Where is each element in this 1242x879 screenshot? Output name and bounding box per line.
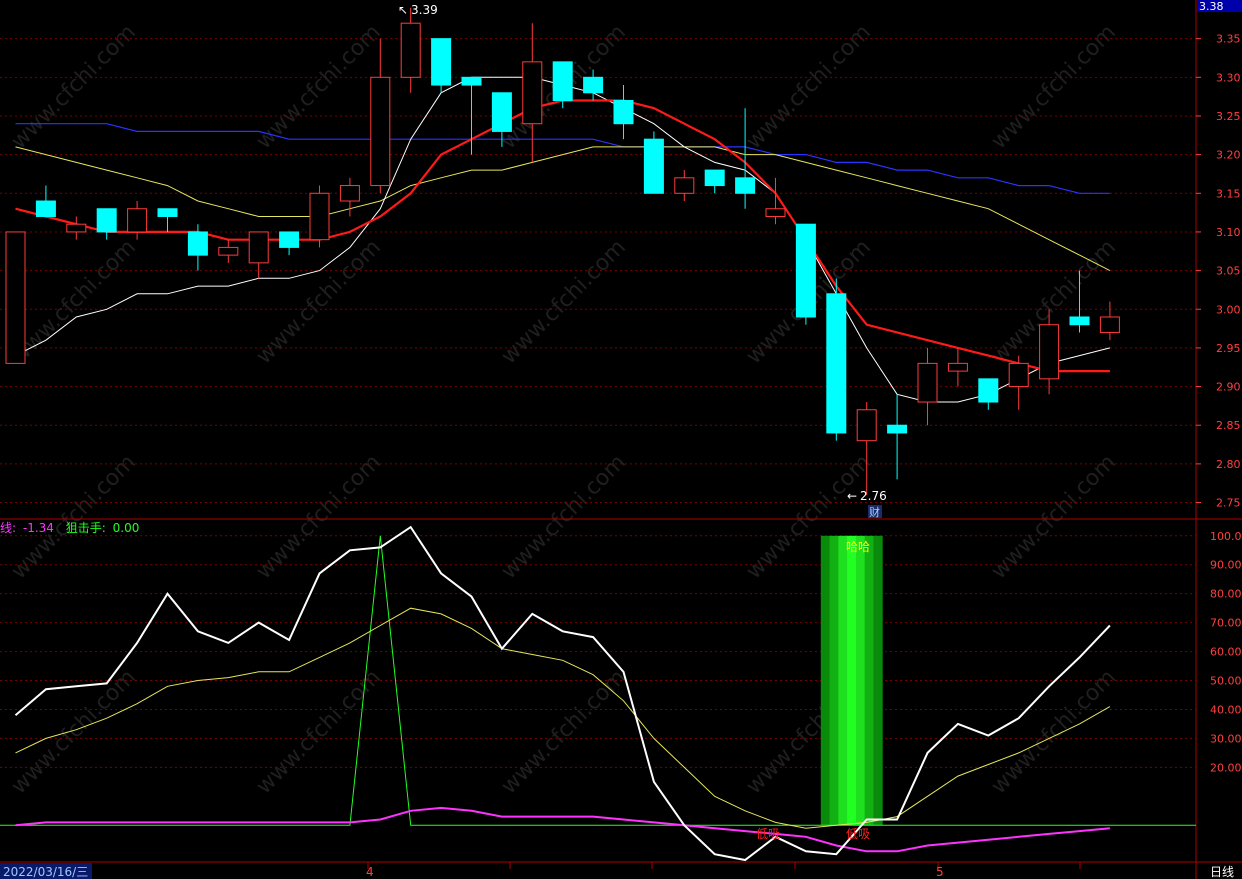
candle-body-down xyxy=(735,177,756,194)
legend-b-value: 0.00 xyxy=(113,521,140,535)
high-price-label: 3.39 xyxy=(411,3,438,17)
candle-body-down xyxy=(552,61,573,102)
candle-body-up xyxy=(674,177,695,194)
candle[interactable] xyxy=(795,223,816,325)
price-tick-label: 3.25 xyxy=(1216,110,1241,123)
price-tick-label: 2.85 xyxy=(1216,419,1241,432)
candle-body-down xyxy=(279,231,300,248)
indicator-tick-label: 90.00 xyxy=(1210,559,1242,572)
indicator-tick-label: 100.00 xyxy=(1210,530,1242,543)
candle-body-down xyxy=(978,378,999,403)
candle-body-up xyxy=(856,409,877,442)
candle[interactable] xyxy=(643,131,664,194)
indicator-tick-label: 30.00 xyxy=(1210,732,1242,745)
candle-body-up xyxy=(5,231,26,364)
candle-body-up xyxy=(218,246,239,256)
signal-low-label-a: 低吸 xyxy=(756,827,780,841)
indicator-axis: 100.00 90.00 80.00 70.00 60.00 50.00 40.00 30.0… xyxy=(1210,530,1242,775)
candle-body-down xyxy=(643,138,664,194)
candle-body-up xyxy=(1008,362,1029,388)
current-price-text: 3.38 xyxy=(1199,0,1224,13)
price-tick-label: 3.15 xyxy=(1216,187,1241,200)
indicator-tick-label: 20.00 xyxy=(1210,761,1242,774)
signal-bar xyxy=(864,535,874,826)
high-price-arrow: ↖ xyxy=(398,3,408,17)
candle-body-up xyxy=(400,22,421,78)
candle-body-up xyxy=(127,208,148,233)
candle-body-up xyxy=(1099,316,1120,333)
low-price-label: 2.76 xyxy=(860,489,887,503)
candle-body-down xyxy=(1069,316,1090,326)
candle-body-up xyxy=(947,362,968,372)
candle-body-down xyxy=(826,293,847,434)
month-label-4: 4 xyxy=(366,865,374,879)
candle-body-up xyxy=(917,362,938,403)
signal-bar xyxy=(847,535,857,826)
price-tick-label: 3.05 xyxy=(1216,265,1241,278)
signal-bar xyxy=(855,535,866,826)
price-tick-label: 3.00 xyxy=(1216,303,1241,316)
candle[interactable] xyxy=(431,38,452,93)
signal-bar xyxy=(838,535,848,826)
candle[interactable] xyxy=(309,185,330,248)
candle-body-down xyxy=(187,231,208,256)
candle-body-down xyxy=(704,169,725,187)
price-tick-label: 2.80 xyxy=(1216,458,1241,471)
legend-a-label: 线: xyxy=(0,521,16,535)
period-tab[interactable]: 日线 xyxy=(1210,865,1234,879)
price-tick-label: 3.30 xyxy=(1216,71,1241,84)
price-tick-label: 2.90 xyxy=(1216,381,1241,394)
candle-body-down xyxy=(461,76,482,86)
candle[interactable] xyxy=(5,231,26,364)
candle[interactable] xyxy=(826,278,847,441)
indicator-tick-label: 70.00 xyxy=(1210,617,1242,630)
month-label-5: 5 xyxy=(936,865,944,879)
price-tick-label: 3.10 xyxy=(1216,226,1241,239)
legend-b-label: 狙击手: xyxy=(66,521,106,535)
candle-body-up xyxy=(248,231,269,264)
candle-body-down xyxy=(491,92,512,132)
indicator-tick-label: 80.00 xyxy=(1210,588,1242,601)
price-tick-label: 3.20 xyxy=(1216,149,1241,162)
candle-body-down xyxy=(431,38,452,86)
indicator-tick-label: 60.00 xyxy=(1210,646,1242,659)
price-tick-label: 2.75 xyxy=(1216,497,1241,510)
candle-body-down xyxy=(157,208,178,217)
candle-body-down xyxy=(35,200,56,217)
candle-body-down xyxy=(583,76,604,94)
price-tick-label: 2.95 xyxy=(1216,342,1241,355)
candle-body-up xyxy=(765,208,786,217)
candle-body-down xyxy=(96,208,117,233)
candle-body-down xyxy=(613,100,634,125)
signal-bar xyxy=(873,535,883,826)
signal-bar xyxy=(829,535,839,826)
legend-a-value: -1.34 xyxy=(23,521,54,535)
signal-bar xyxy=(820,535,831,826)
price-tick-label: 3.35 xyxy=(1216,33,1241,46)
candle-body-down xyxy=(795,223,816,318)
kline-chart[interactable]: www.cfchi.com www.cfchi.com www.cfchi.com w… xyxy=(0,0,1242,879)
signal-top-label: 哈哈 xyxy=(846,540,870,554)
low-price-arrow: ← xyxy=(847,489,857,503)
candle-body-up xyxy=(309,192,330,241)
earnings-marker-icon[interactable]: 财 xyxy=(869,505,880,519)
candle-body-up xyxy=(66,223,87,233)
signal-low-label-b: 低吸 xyxy=(846,827,870,841)
candle-body-up xyxy=(370,76,391,187)
candle-body-up xyxy=(522,61,543,125)
candle-body-up xyxy=(339,185,360,202)
candle-body-up xyxy=(1039,324,1060,380)
date-cursor-label: 2022/03/16/三 xyxy=(3,865,88,879)
candle-body-down xyxy=(887,424,908,434)
indicator-tick-label: 40.00 xyxy=(1210,703,1242,716)
indicator-tick-label: 50.00 xyxy=(1210,675,1242,688)
